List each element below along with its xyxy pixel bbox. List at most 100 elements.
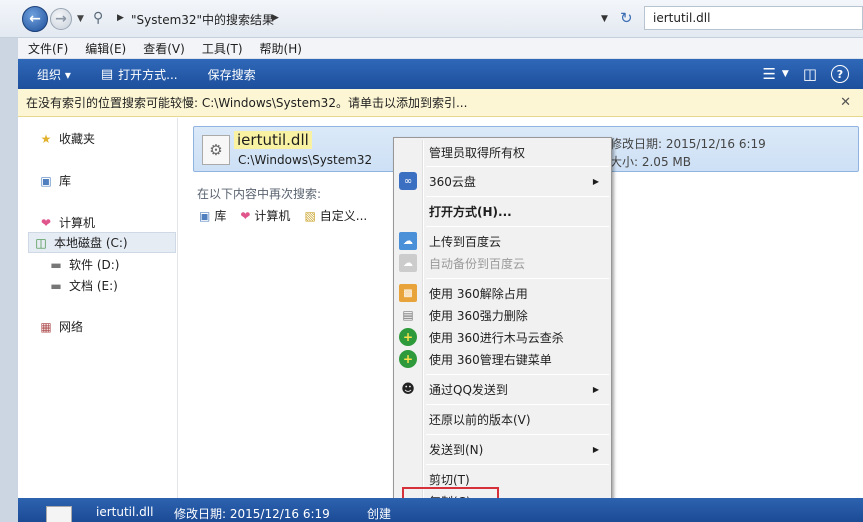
preview-pane-icon[interactable]: ◫ (803, 65, 817, 83)
open-with-icon: ▤ (100, 66, 114, 82)
recent-pages-chevron-icon[interactable]: ▼ (77, 14, 84, 24)
search-again-libraries[interactable]: ▣ 库 (199, 207, 226, 224)
search-again-computer[interactable]: ❤ 计算机 (240, 207, 290, 224)
result-modified: 修改日期: 2015/12/16 6:19 (610, 137, 766, 151)
menu-help[interactable]: 帮助(H) (260, 40, 302, 57)
star-icon: ★ (40, 131, 52, 146)
search-again-custom[interactable]: ▧ 自定义... (304, 207, 367, 224)
details-pane: iertutil.dll 修改日期: 2015/12/16 6:19 创建 (18, 498, 863, 522)
breadcrumb-arrow-icon[interactable]: ▶ (272, 13, 279, 23)
sidebar-item-network[interactable]: ▦ 网络 (38, 318, 83, 335)
view-options-icon[interactable]: ☰ (762, 65, 775, 83)
menu-item-label: 打开方式(H)... (429, 204, 512, 219)
menu-item-label: 使用 360解除占用 (429, 286, 528, 301)
menubar: 文件(F) 编辑(E) 查看(V) 工具(T) 帮助(H) (18, 38, 863, 59)
submenu-arrow-icon: ▶ (592, 444, 599, 454)
baidu-cloud-icon: ☁ (399, 254, 417, 272)
menu-item-label: 360云盘 (429, 174, 476, 189)
search-icon: ⚲ (93, 10, 104, 26)
address-bar-area: ← → ▼ ⚲ ▶ "System32"中的搜索结果 ▶ ▼ ↻ iertuti… (0, 0, 863, 38)
menu-item-send-to[interactable]: 发送到(N) ▶ (396, 438, 609, 460)
menu-item-label: 自动备份到百度云 (429, 256, 526, 271)
sidebar-item-label: 本地磁盘 (C:) (54, 236, 128, 250)
help-icon[interactable]: ? (831, 65, 849, 83)
organize-button[interactable]: 组织 ▾ (37, 66, 71, 83)
menu-separator (426, 374, 609, 375)
dll-file-icon (46, 506, 72, 522)
details-filename: iertutil.dll (96, 505, 154, 519)
open-with-label: 打开方式... (118, 67, 178, 82)
menu-item-360-trojan-scan[interactable]: + 使用 360进行木马云查杀 (396, 326, 609, 348)
result-filename: iertutil.dll (234, 131, 312, 149)
menu-separator (426, 196, 609, 197)
menu-item-360-cloud[interactable]: ∞ 360云盘 ▶ (396, 170, 609, 192)
menu-item-restore-versions[interactable]: 还原以前的版本(V) (396, 408, 609, 430)
menu-item-label: 使用 360管理右键菜单 (429, 352, 552, 367)
sidebar-item-software-drive[interactable]: ▬ 软件 (D:) (48, 256, 119, 273)
cloud-icon: ∞ (399, 172, 417, 190)
menu-item-take-ownership[interactable]: 管理员取得所有权 (396, 141, 609, 163)
menu-separator (426, 226, 609, 227)
folder-icon: ▧ (304, 208, 316, 223)
organize-label: 组织 ▾ (37, 67, 71, 82)
forward-button[interactable]: → (50, 8, 72, 30)
submenu-arrow-icon: ▶ (592, 384, 599, 394)
network-icon: ▦ (40, 319, 52, 334)
result-size: 大小: 2.05 MB (610, 155, 691, 169)
computer-icon: ❤ (40, 215, 52, 230)
sidebar-item-computer[interactable]: ❤ 计算机 (38, 214, 95, 231)
address-path[interactable]: "System32"中的搜索结果 (131, 11, 274, 28)
search-again-label: 在以下内容中再次搜索: (197, 187, 322, 201)
baidu-cloud-icon: ☁ (399, 232, 417, 250)
sidebar-item-local-disk[interactable]: ◫ 本地磁盘 (C:) (28, 232, 176, 253)
computer-icon: ❤ (240, 208, 251, 223)
sidebar-item-label: 文档 (E:) (69, 279, 118, 293)
menu-separator (426, 464, 609, 465)
index-infobar[interactable]: 在没有索引的位置搜索可能较慢: C:\Windows\System32。请单击以… (18, 89, 863, 117)
shredder-icon: ▤ (402, 308, 414, 322)
menu-item-open-with[interactable]: 打开方式(H)... (396, 200, 609, 222)
search-again-links: ▣ 库 ❤ 计算机 ▧ 自定义... (199, 207, 381, 224)
result-path: C:\Windows\System32 (238, 153, 373, 167)
menu-item-label: 使用 360强力删除 (429, 308, 528, 323)
library-icon: ▣ (199, 208, 211, 223)
link-label: 库 (214, 209, 227, 223)
back-button[interactable]: ← (22, 6, 48, 32)
address-dropdown-icon[interactable]: ▼ (601, 14, 608, 24)
search-input[interactable]: iertutil.dll (644, 6, 863, 30)
sidebar-item-label: 网络 (59, 320, 84, 334)
sidebar-item-label: 库 (59, 174, 72, 188)
menu-item-send-via-qq[interactable]: ☻ 通过QQ发送到 ▶ (396, 378, 609, 400)
menu-tools[interactable]: 工具(T) (202, 40, 243, 57)
menu-separator (426, 404, 609, 405)
menu-view[interactable]: 查看(V) (143, 40, 185, 57)
menu-item-upload-baidu[interactable]: ☁ 上传到百度云 (396, 230, 609, 252)
sidebar-item-label: 软件 (D:) (69, 258, 120, 272)
sidebar-item-favorites[interactable]: ★ 收藏夹 (38, 130, 95, 147)
view-options-chevron-icon[interactable]: ▼ (782, 69, 789, 79)
submenu-arrow-icon: ▶ (592, 176, 599, 186)
menu-item-360-unlock[interactable]: ▩ 使用 360解除占用 (396, 282, 609, 304)
menu-item-360-force-delete[interactable]: ▤ 使用 360强力删除 (396, 304, 609, 326)
refresh-icon[interactable]: ↻ (620, 9, 633, 27)
menu-file[interactable]: 文件(F) (28, 40, 68, 57)
save-search-button[interactable]: 保存搜索 (208, 66, 256, 83)
menu-item-label: 管理员取得所有权 (429, 145, 526, 160)
command-toolbar: 组织 ▾ ▤ 打开方式... 保存搜索 ☰ ▼ ◫ ? (18, 59, 863, 89)
close-icon[interactable]: ✕ (840, 95, 851, 110)
unlock-icon: ▩ (399, 284, 417, 302)
link-label: 计算机 (254, 209, 291, 223)
details-created: 创建 (367, 507, 392, 521)
sidebar-item-documents-drive[interactable]: ▬ 文档 (E:) (48, 277, 118, 294)
context-menu: 管理员取得所有权 ∞ 360云盘 ▶ 打开方式(H)... ☁ 上传到百度云 ☁… (393, 137, 612, 522)
open-with-button[interactable]: ▤ 打开方式... (101, 66, 178, 83)
infobar-text: 在没有索引的位置搜索可能较慢: C:\Windows\System32。请单击以… (26, 96, 468, 110)
drive-icon: ◫ (35, 235, 47, 250)
sidebar-item-libraries[interactable]: ▣ 库 (38, 172, 71, 189)
menu-item-label: 剪切(T) (429, 472, 470, 487)
navigation-pane: ★ 收藏夹 ▣ 库 ❤ 计算机 ◫ 本地磁盘 (C:) ▬ 软件 (D:) ▬ … (18, 118, 178, 498)
menu-item-360-manage-menu[interactable]: + 使用 360管理右键菜单 (396, 348, 609, 370)
menu-edit[interactable]: 编辑(E) (85, 40, 126, 57)
breadcrumb-arrow-icon[interactable]: ▶ (117, 13, 124, 23)
dll-file-icon: ⚙ (202, 135, 230, 165)
